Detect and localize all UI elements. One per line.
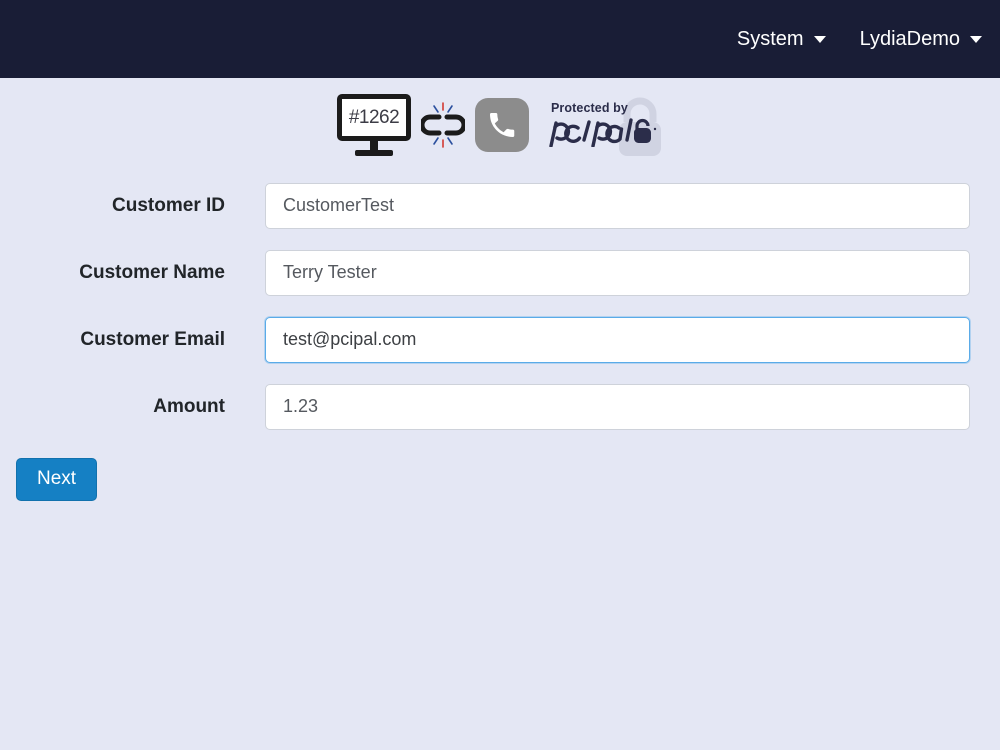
status-icon-strip: #1262 Protected by xyxy=(0,86,1000,164)
customer-id-input[interactable] xyxy=(265,182,970,229)
monitor-screen: #1262 xyxy=(337,94,411,141)
nav-item-system[interactable]: System xyxy=(737,28,826,51)
nav-item-system-label: System xyxy=(736,27,804,50)
nav-item-account-label: LydiaDemo xyxy=(859,27,960,50)
chevron-down-icon xyxy=(970,35,982,43)
monitor-neck xyxy=(370,141,378,150)
pcipal-logo: Protected by xyxy=(545,96,663,156)
monitor-icon: #1262 xyxy=(337,94,411,156)
nav-item-account[interactable]: LydiaDemo xyxy=(860,28,982,51)
customer-email-input[interactable] xyxy=(265,316,970,363)
form-row-customer-name: Customer Name xyxy=(0,239,1000,306)
phone-icon xyxy=(475,98,529,152)
amount-label: Amount xyxy=(153,395,225,417)
monitor-base xyxy=(355,150,393,156)
next-button[interactable]: Next xyxy=(16,458,98,501)
form-row-amount: Amount xyxy=(0,373,1000,440)
pcipal-wordmark xyxy=(545,115,657,152)
broken-link-icon xyxy=(419,99,467,151)
form-row-customer-id: Customer ID xyxy=(0,172,1000,239)
form-row-customer-email: Customer Email xyxy=(0,306,1000,373)
customer-email-label: Customer Email xyxy=(80,328,225,350)
session-id-label: #1262 xyxy=(348,106,400,128)
customer-name-label: Customer Name xyxy=(79,261,225,283)
amount-input[interactable] xyxy=(265,383,970,430)
customer-name-input[interactable] xyxy=(265,249,970,296)
protected-by-label: Protected by xyxy=(551,101,628,115)
top-navbar: System LydiaDemo xyxy=(0,0,1000,78)
chevron-down-icon xyxy=(813,35,826,43)
payment-details-form: Customer ID Customer Name Customer Email… xyxy=(0,172,1000,501)
customer-id-label: Customer ID xyxy=(112,194,225,216)
